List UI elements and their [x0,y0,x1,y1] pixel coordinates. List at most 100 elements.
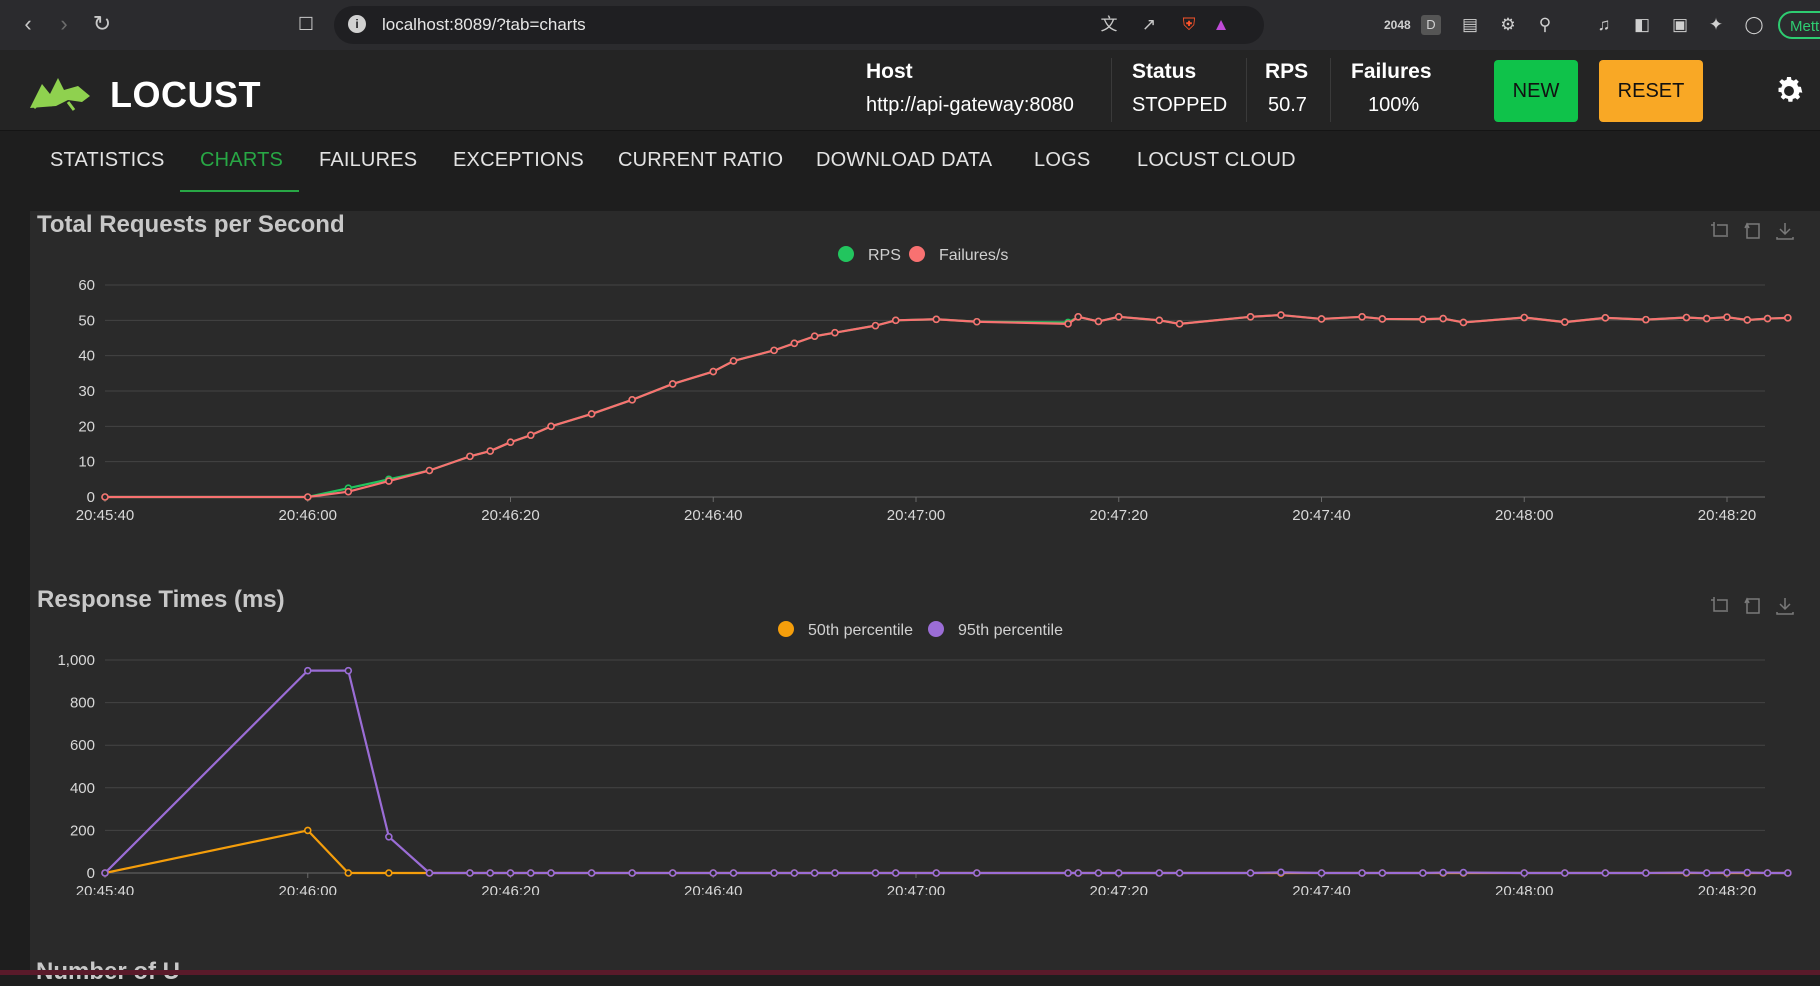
data-point [1114,312,1123,321]
download-icon[interactable] [1774,220,1796,242]
site-info-icon[interactable]: i [348,15,366,33]
data-point [526,869,535,877]
back-icon[interactable]: ‹ [14,10,42,38]
tab-bar: STATISTICS CHARTS FAILURES EXCEPTIONS CU… [0,131,1820,192]
download-icon[interactable] [1774,595,1796,617]
rps-value: 50.7 [1268,94,1307,116]
legend-dot [838,246,854,262]
data-point [1317,869,1326,877]
data-point [1064,320,1072,328]
extensions-icon[interactable]: ⚙ [1496,13,1520,37]
data-point [1074,312,1082,321]
leo-ai-icon[interactable]: ✦ [1704,13,1728,37]
rps-chart: 0 10 20 30 40 50 60 20:45:40 20:46:00 20:46:20 20:… [76,277,1792,524]
data-point [891,316,900,325]
data-point [932,869,941,877]
zoom-icon[interactable] [1710,220,1732,242]
y-tick-label: 60 [78,277,95,294]
profile-button[interactable]: Mett [1778,11,1820,39]
document-icon[interactable]: ▤ [1458,13,1482,37]
tab-failures[interactable]: FAILURES [319,149,417,172]
extension-2048-icon[interactable]: 2048 [1384,13,1411,37]
theme-settings-icon[interactable] [1772,74,1806,108]
new-test-button[interactable]: NEW [1494,60,1578,122]
url-text[interactable]: localhost:8089/?tab=charts [382,15,586,35]
data-point [547,869,555,877]
tab-exceptions[interactable]: EXCEPTIONS [453,149,584,172]
legend-dot [778,621,794,637]
brave-shields-icon[interactable]: ⛨ [1178,14,1200,36]
data-point [1743,316,1752,324]
data-point [709,869,718,877]
data-point [101,869,109,877]
data-point [1064,869,1072,877]
data-point [1682,868,1691,877]
host-value: http://api-gateway:8080 [866,94,1074,116]
data-point [1439,314,1447,323]
address-bar[interactable]: i localhost:8089/?tab=charts 文 ↗ ⛨ ▲ [334,6,1264,44]
data-point [871,869,880,877]
status-label: Status [1132,60,1197,83]
wallet-icon[interactable]: ▣ [1668,13,1692,37]
data-point [587,410,596,418]
x-tick-label: 20:46:40 [684,883,742,895]
x-tick-label: 20:46:00 [279,507,337,524]
x-tick-label: 20:48:00 [1495,883,1553,895]
data-point [831,869,839,877]
zoom-icon[interactable] [1710,595,1732,617]
data-point [1561,318,1569,326]
data-point [871,321,880,330]
data-point [831,328,839,337]
translate-icon[interactable]: 文 [1098,14,1120,36]
tab-logs[interactable]: LOGS [1034,149,1090,172]
legend-p50[interactable]: 50th percentile [778,621,913,640]
data-point [709,367,718,376]
restore-icon[interactable] [1742,220,1764,242]
sidebar-icon[interactable]: ◧ [1630,13,1654,37]
x-tick-label: 20:47:00 [887,507,945,524]
data-point [770,346,778,355]
legend-failures[interactable]: Failures/s [909,246,1008,265]
tab-charts[interactable]: CHARTS [200,149,283,172]
extension-d-icon[interactable]: D [1421,15,1441,35]
legend-label: 50th percentile [808,622,913,639]
restore-icon[interactable] [1742,595,1764,617]
active-tab-indicator [180,190,299,192]
series-line-failures-s [105,313,1788,499]
failures-label: Failures [1351,60,1432,83]
legend-label: 95th percentile [958,622,1063,639]
forward-icon[interactable]: › [50,10,78,38]
data-point [1358,869,1366,877]
rps-stat: RPS 50.7 [1265,60,1308,117]
data-point [810,332,819,341]
x-tick-label: 20:47:40 [1292,883,1350,895]
data-point [1358,312,1366,321]
data-point [425,869,434,877]
data-point [1246,312,1255,321]
media-icon[interactable]: ♫ [1592,13,1616,37]
brave-rewards-icon[interactable]: ▲ [1210,14,1232,36]
reset-button[interactable]: RESET [1599,60,1703,122]
data-point [1642,315,1650,324]
series-line-50th-percentile [104,829,1788,875]
data-point [1723,313,1731,321]
vpn-icon[interactable]: ◯ [1742,13,1766,37]
data-point [973,317,981,326]
bookmark-icon[interactable]: ☐ [292,10,320,38]
tab-statistics[interactable]: STATISTICS [50,149,165,172]
share-icon[interactable]: ↗ [1138,14,1160,36]
data-point [1763,314,1772,323]
tab-current-ratio[interactable]: CURRENT RATIO [618,149,783,172]
legend-rps[interactable]: RPS [838,246,901,265]
data-point [466,869,474,877]
logo-text: LOCUST [110,74,261,115]
data-point [1378,869,1387,877]
tab-locust-cloud[interactable]: LOCUST CLOUD [1137,149,1296,172]
y-tick-label: 0 [87,865,95,882]
tab-download-data[interactable]: DOWNLOAD DATA [816,149,992,172]
reload-icon[interactable]: ↻ [88,10,116,38]
legend-p95[interactable]: 95th percentile [928,621,1063,640]
data-point [1520,313,1529,322]
data-point [1439,868,1447,877]
search-tab-icon[interactable]: ⚲ [1533,13,1557,37]
